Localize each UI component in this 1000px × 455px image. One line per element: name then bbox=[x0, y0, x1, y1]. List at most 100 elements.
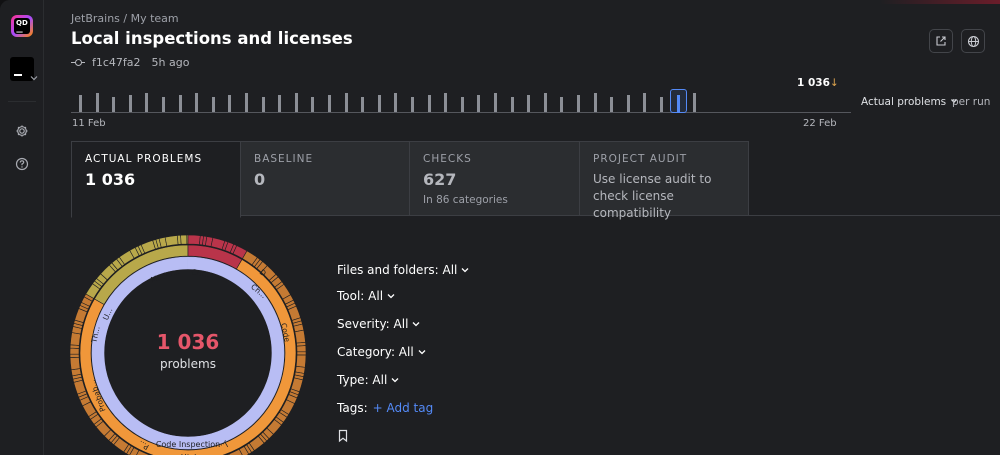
globe-icon bbox=[967, 35, 979, 47]
timeline-run-bar[interactable] bbox=[261, 97, 265, 112]
sunburst-outer-segment[interactable] bbox=[70, 353, 80, 358]
timeline-run-bar[interactable] bbox=[377, 95, 381, 112]
metric-selector[interactable]: Actual problems bbox=[861, 96, 958, 108]
filter-files-and-folders[interactable]: Files and folders: All bbox=[337, 263, 470, 277]
timeline-run-bar[interactable] bbox=[178, 95, 182, 112]
timeline-run-bar[interactable] bbox=[427, 95, 431, 112]
top-glow bbox=[880, 0, 1000, 4]
problems-label: problems bbox=[160, 357, 216, 371]
timeline-run-bar[interactable] bbox=[643, 93, 647, 112]
qodana-logo-icon[interactable]: QD — bbox=[11, 15, 33, 37]
timeline-run-bar[interactable] bbox=[112, 97, 116, 112]
commit-time: 5h ago bbox=[151, 56, 190, 69]
open-external-icon bbox=[936, 36, 946, 46]
selected-run-value: 1 036↓ bbox=[797, 77, 839, 89]
timeline-run-bar[interactable] bbox=[394, 93, 398, 112]
card-label: ACTUAL PROBLEMS bbox=[85, 153, 203, 165]
timeline-run-bar[interactable] bbox=[411, 97, 414, 112]
timeline-baseline bbox=[71, 112, 851, 113]
sunburst-outer-segment[interactable] bbox=[70, 347, 80, 355]
timeline-run-bar[interactable] bbox=[527, 95, 531, 112]
card-project-audit[interactable]: PROJECT AUDIT Use license audit to check… bbox=[579, 141, 749, 220]
timeline-run-bar[interactable] bbox=[95, 93, 99, 112]
filter-category[interactable]: Category: All bbox=[337, 345, 427, 359]
timeline-run-bar[interactable] bbox=[195, 93, 199, 112]
commit-info: f1c47fa2 5h ago bbox=[71, 56, 189, 69]
timeline-run-bar[interactable] bbox=[477, 95, 481, 112]
problems-count: 1 036 bbox=[156, 330, 220, 354]
timeline-run-bar[interactable] bbox=[128, 95, 132, 112]
timeline-run-bar[interactable] bbox=[79, 95, 82, 112]
card-value: 0 bbox=[254, 170, 266, 189]
commit-hash[interactable]: f1c47fa2 bbox=[92, 56, 141, 69]
page-title: Local inspections and licenses bbox=[71, 29, 353, 48]
bookmark-icon[interactable] bbox=[337, 429, 349, 443]
add-tag-link[interactable]: + Add tag bbox=[373, 401, 434, 415]
rail-divider bbox=[8, 101, 36, 102]
help-icon[interactable] bbox=[14, 156, 30, 172]
card-subtitle: In 86 categories bbox=[423, 194, 508, 206]
down-arrow-icon: ↓ bbox=[829, 77, 839, 89]
filter-severity[interactable]: Severity: All bbox=[337, 317, 421, 331]
timeline-run-bar[interactable] bbox=[560, 97, 564, 112]
filter-type[interactable]: Type: All bbox=[337, 373, 400, 387]
filter-tags: Tags: + Add tag bbox=[337, 401, 434, 415]
card-label: CHECKS bbox=[423, 153, 472, 165]
sunburst-outer-segment[interactable] bbox=[296, 345, 306, 353]
sunburst-outer-segment[interactable] bbox=[180, 235, 188, 245]
sunburst-outer-segment[interactable] bbox=[187, 235, 201, 245]
chevron-down-icon bbox=[391, 378, 399, 383]
timeline-run-bar[interactable] bbox=[228, 95, 232, 112]
card-value: 1 036 bbox=[85, 170, 136, 189]
filter-tool[interactable]: Tool: All bbox=[337, 289, 396, 303]
timeline-run-bar[interactable] bbox=[245, 93, 248, 112]
sunburst-outer-segment[interactable] bbox=[164, 235, 179, 247]
timeline-run-bar[interactable] bbox=[344, 93, 348, 112]
sunburst-outer-segment[interactable] bbox=[294, 329, 306, 344]
timeline-run-bar[interactable] bbox=[294, 93, 298, 112]
chevron-down-icon bbox=[461, 268, 469, 273]
timeline-run-bar[interactable] bbox=[610, 97, 614, 112]
card-text: Use license audit to check license compa… bbox=[593, 172, 712, 220]
timeline-run-bar[interactable] bbox=[460, 97, 464, 112]
open-external-button[interactable] bbox=[929, 29, 953, 53]
sunburst-outer-segment[interactable] bbox=[296, 351, 306, 356]
timeline-end-date: 22 Feb bbox=[803, 118, 837, 129]
timeline-run-bar[interactable] bbox=[593, 93, 597, 112]
chevron-down-icon bbox=[412, 322, 420, 327]
timeline-run-bar[interactable] bbox=[328, 95, 331, 112]
timeline-run-bar[interactable] bbox=[211, 97, 215, 112]
timeline-run-bar[interactable] bbox=[444, 93, 448, 112]
card-actual-problems[interactable]: ACTUAL PROBLEMS 1 036 bbox=[71, 141, 241, 218]
app-frame: QD — JetBrains / My team Local inspection… bbox=[0, 0, 1000, 455]
commit-icon bbox=[71, 58, 85, 68]
sunburst-label: Code Inspection bbox=[156, 440, 220, 449]
sunburst-outer-segment[interactable] bbox=[70, 332, 82, 346]
globe-button[interactable] bbox=[961, 29, 985, 53]
breadcrumb[interactable]: JetBrains / My team bbox=[71, 12, 179, 25]
timeline-run-bar[interactable] bbox=[145, 93, 149, 112]
timeline-run-bar[interactable] bbox=[577, 95, 580, 112]
selected-run-highlight[interactable] bbox=[669, 89, 687, 113]
card-value: 627 bbox=[423, 170, 457, 189]
timeline-run-bar[interactable] bbox=[626, 95, 630, 112]
timeline-run-bar[interactable] bbox=[278, 95, 282, 112]
gear-icon[interactable] bbox=[14, 123, 30, 139]
card-checks[interactable]: CHECKS 627 In 86 categories bbox=[409, 141, 580, 216]
card-baseline[interactable]: BASELINE 0 bbox=[240, 141, 410, 216]
timeline-run-bar[interactable] bbox=[162, 97, 165, 112]
chevron-down-icon bbox=[418, 350, 426, 355]
timeline-run-bar[interactable] bbox=[361, 97, 365, 112]
timeline-run-bar[interactable] bbox=[660, 97, 663, 112]
timeline-run-bar[interactable] bbox=[494, 93, 497, 112]
chevron-down-icon[interactable] bbox=[29, 73, 39, 83]
sunburst-outer-segment[interactable] bbox=[70, 356, 81, 371]
chevron-down-icon bbox=[387, 294, 395, 299]
sunburst-outer-segment[interactable] bbox=[295, 354, 306, 368]
timeline-run-bar[interactable] bbox=[311, 97, 315, 112]
timeline-run-bar[interactable] bbox=[543, 93, 547, 112]
timeline-run-bar[interactable] bbox=[510, 97, 514, 112]
runs-timeline[interactable]: 1 036↓ 11 Feb 22 Feb bbox=[71, 70, 851, 132]
timeline-run-bar[interactable] bbox=[693, 93, 697, 112]
timeline-start-date: 11 Feb bbox=[72, 118, 106, 129]
